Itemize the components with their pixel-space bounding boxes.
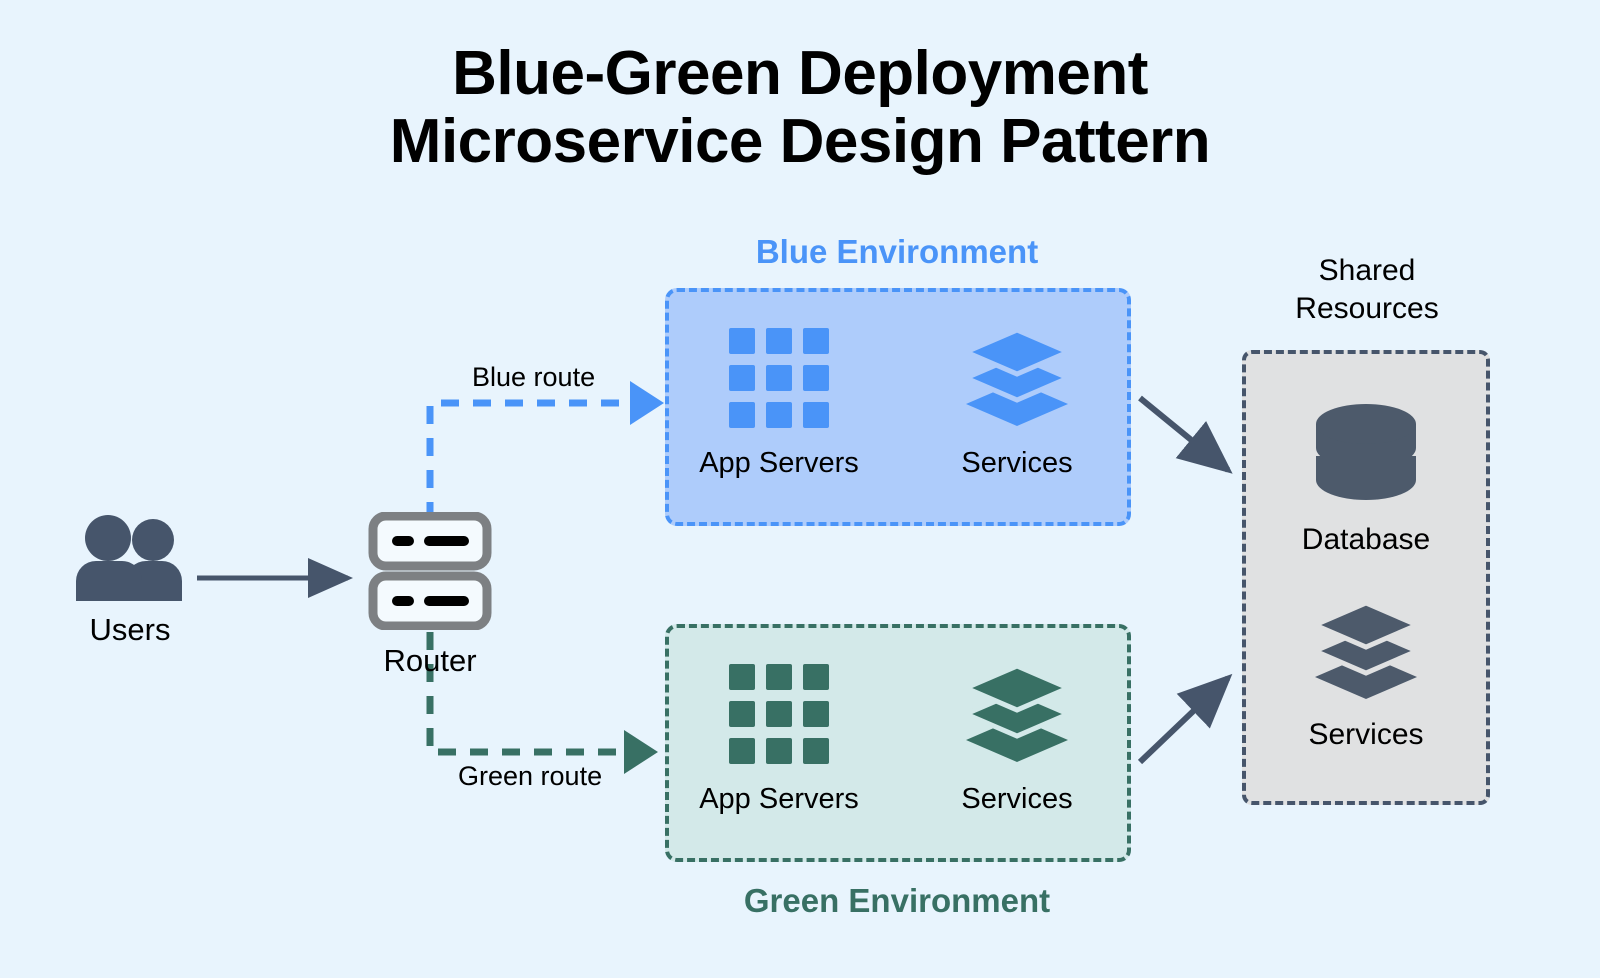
- green-environment-box: App Servers Services: [665, 624, 1131, 862]
- blue-environment-heading: Blue Environment: [755, 233, 1039, 270]
- blue-route-label: Blue route: [472, 362, 596, 392]
- blue-services-label: Services: [961, 447, 1073, 479]
- page-title-line-2: Microservice Design Pattern: [389, 107, 1211, 177]
- database-node: Database: [1301, 403, 1431, 557]
- page-title: Blue-Green Deployment Microservice Desig…: [0, 39, 1600, 177]
- edge-blue-route-arrowhead: [630, 381, 664, 425]
- grid-nine-squares-icon: [729, 328, 829, 428]
- blue-app-servers-label: App Servers: [699, 447, 859, 479]
- green-app-servers-label: App Servers: [699, 783, 859, 815]
- green-app-servers-node: App Servers: [689, 662, 869, 816]
- shared-resources-heading: Shared Resources: [1242, 252, 1492, 328]
- router-icon: [368, 511, 492, 631]
- users-label: Users: [89, 612, 171, 647]
- stacked-layers-icon: [959, 327, 1075, 426]
- green-services-node: Services: [927, 662, 1107, 816]
- edge-green-route-arrowhead: [624, 730, 658, 774]
- stacked-layers-icon: [959, 663, 1075, 762]
- green-environment-heading: Green Environment: [743, 882, 1051, 919]
- database-label: Database: [1301, 522, 1431, 556]
- blue-services-node: Services: [927, 326, 1107, 480]
- shared-resources-box: Database Services: [1242, 350, 1490, 805]
- edge-green-to-shared: [1137, 673, 1233, 765]
- edge-blue-route: [426, 399, 627, 520]
- blue-environment-box: App Servers Services: [665, 288, 1131, 526]
- shared-resources-heading-line-1: Shared: [1318, 254, 1416, 287]
- database-cylinder-icon: [1316, 403, 1416, 500]
- stacked-layers-icon: [1308, 599, 1424, 699]
- diagram-canvas: Blue-Green Deployment Microservice Desig…: [0, 0, 1600, 978]
- users-group-icon: [76, 515, 182, 601]
- green-services-label: Services: [961, 783, 1073, 815]
- page-title-line-1: Blue-Green Deployment: [452, 39, 1148, 108]
- shared-services-label: Services: [1308, 717, 1424, 751]
- router-label: Router: [383, 643, 477, 678]
- shared-resources-heading-line-2: Resources: [1295, 291, 1439, 325]
- shared-services-node: Services: [1308, 599, 1424, 752]
- blue-app-servers-node: App Servers: [689, 326, 869, 480]
- grid-nine-squares-icon: [729, 664, 829, 764]
- edge-blue-to-shared: [1138, 395, 1233, 474]
- router-node: Router: [350, 511, 510, 679]
- green-route-label: Green route: [458, 761, 603, 791]
- users-node: Users: [50, 515, 210, 648]
